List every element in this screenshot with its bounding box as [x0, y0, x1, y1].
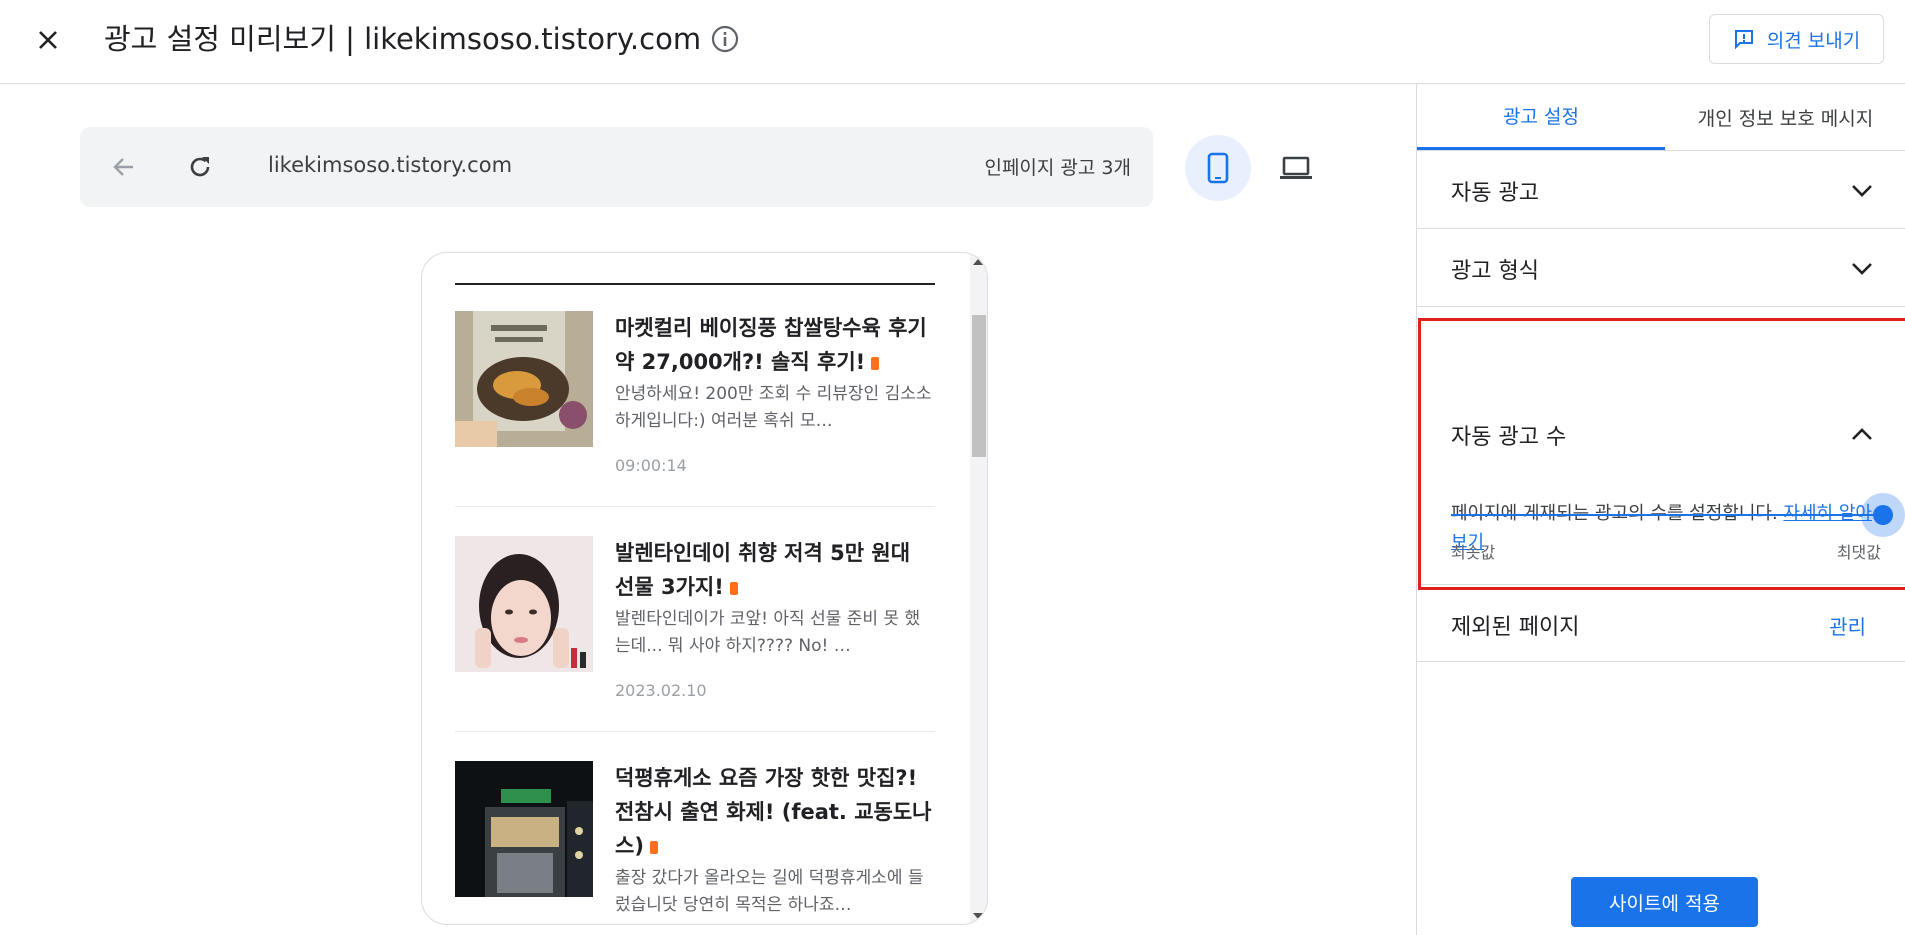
laptop-icon: [1280, 156, 1312, 179]
list-divider: [455, 506, 935, 507]
section-ad-formats[interactable]: 광고 형식: [1417, 229, 1905, 307]
section-excluded-pages: 제외된 페이지 관리: [1417, 585, 1905, 662]
preview-url: likekimsoso.tistory.com: [268, 153, 513, 177]
feedback-label: 의견 보내기: [1766, 29, 1861, 52]
preview-scrollbar-thumb[interactable]: [972, 315, 986, 457]
post-title[interactable]: 발렌타인데이 취향 저격 5만 원대 선물 3가지!: [615, 536, 935, 604]
chevron-down-icon: [1852, 263, 1872, 275]
preview-content: 마켓컬리 베이징풍 찹쌀탕수육 후기 약 27,000개?! 솔직 후기! 안녕…: [455, 253, 935, 924]
close-button[interactable]: [28, 20, 68, 60]
smartphone-icon: [1207, 152, 1229, 184]
post-date: 09:00:14: [615, 456, 687, 475]
browser-bar: likekimsoso.tistory.com 인페이지 광고 3개: [80, 127, 1153, 207]
desktop-view-button[interactable]: [1263, 135, 1329, 201]
top-bar: 광고 설정 미리보기 | likekimsoso.tistory.com 의견 …: [0, 0, 1905, 84]
info-icon[interactable]: [710, 24, 740, 54]
highlight-annotation: [1418, 318, 1905, 590]
post-title-text: 마켓컬리 베이징풍 찹쌀탕수육 후기 약 27,000개?! 솔직 후기!: [615, 316, 927, 374]
section-title: 자동 광고: [1451, 181, 1539, 206]
feedback-button[interactable]: 의견 보내기: [1709, 14, 1884, 64]
apply-to-site-button[interactable]: 사이트에 적용: [1571, 877, 1758, 927]
section-title: 제외된 페이지: [1451, 615, 1580, 640]
new-badge: [729, 581, 738, 595]
post-date: 2023.02.10: [615, 681, 707, 700]
post-excerpt: 출장 갔다가 올라오는 길에 덕평휴게소에 들렀습니닷 당연히 목적은 하나죠…: [615, 868, 924, 915]
new-badge: [649, 840, 658, 854]
post-excerpt: 안녕하세요! 200만 조회 수 리뷰장인 김소소하게입니다:) 여러분 혹쉬 …: [615, 384, 932, 431]
arrow-back-icon: [113, 158, 133, 176]
tab-privacy-messages[interactable]: 개인 정보 보호 메시지: [1665, 84, 1905, 150]
post-title[interactable]: 마켓컬리 베이징풍 찹쌀탕수육 후기 약 27,000개?! 솔직 후기!: [615, 311, 935, 379]
settings-tabs: 광고 설정 개인 정보 보호 메시지: [1417, 84, 1905, 150]
in-page-ad-count: 인페이지 광고 3개: [984, 157, 1131, 179]
reload-icon: [190, 157, 210, 177]
close-icon: [39, 31, 57, 49]
section-title: 광고 형식: [1451, 259, 1539, 284]
back-button[interactable]: [104, 147, 144, 187]
scroll-down-arrow-icon[interactable]: [973, 913, 983, 919]
section-divider: [455, 283, 935, 285]
page-title: 광고 설정 미리보기 | likekimsoso.tistory.com: [104, 22, 702, 56]
mobile-view-button[interactable]: [1185, 135, 1251, 201]
post-thumbnail: [455, 761, 593, 897]
reload-button[interactable]: [180, 147, 220, 187]
new-badge: [871, 356, 880, 370]
post-title-text: 발렌타인데이 취향 저격 5만 원대 선물 3가지!: [615, 541, 911, 599]
post-thumbnail: [455, 536, 593, 672]
mobile-preview-frame: 마켓컬리 베이징풍 찹쌀탕수육 후기 약 27,000개?! 솔직 후기! 안녕…: [421, 252, 988, 925]
post-thumbnail: [455, 311, 593, 447]
manage-link[interactable]: 관리: [1829, 611, 1866, 640]
chevron-down-icon: [1852, 185, 1872, 197]
tab-ad-settings[interactable]: 광고 설정: [1417, 84, 1665, 150]
feedback-icon: [1734, 30, 1753, 50]
scroll-up-arrow-icon[interactable]: [973, 259, 983, 265]
list-divider: [455, 731, 935, 732]
post-title-text: 덕평휴게소 요즘 가장 핫한 맛집?! 전참시 출연 화제! (feat. 교동…: [615, 766, 932, 858]
section-auto-ads[interactable]: 자동 광고: [1417, 151, 1905, 229]
post-title[interactable]: 덕평휴게소 요즘 가장 핫한 맛집?! 전참시 출연 화제! (feat. 교동…: [615, 761, 935, 863]
post-excerpt: 발렌타인데이가 코앞! 아직 선물 준비 못 했는데... 뭐 사야 하지???…: [615, 609, 921, 656]
